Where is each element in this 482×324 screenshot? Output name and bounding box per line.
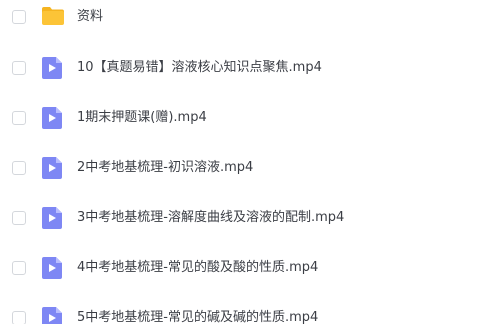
folder-icon — [41, 5, 65, 31]
video-file-icon — [41, 306, 63, 324]
file-name[interactable]: 资料 — [77, 8, 103, 26]
file-name[interactable]: 4中考地基梳理-常见的酸及酸的性质.mp4 — [77, 259, 318, 277]
select-checkbox[interactable] — [12, 10, 26, 24]
list-item[interactable]: 4中考地基梳理-常见的酸及酸的性质.mp4 — [0, 248, 482, 288]
list-item[interactable]: 2中考地基梳理-初识溶液.mp4 — [0, 148, 482, 188]
video-file-icon — [41, 156, 63, 184]
file-name[interactable]: 3中考地基梳理-溶解度曲线及溶液的配制.mp4 — [77, 209, 344, 227]
file-name[interactable]: 5中考地基梳理-常见的碱及碱的性质.mp4 — [77, 309, 318, 324]
file-name[interactable]: 2中考地基梳理-初识溶液.mp4 — [77, 159, 253, 177]
video-file-icon — [41, 106, 63, 134]
file-name[interactable]: 1期末押题课(赠).mp4 — [77, 109, 207, 127]
select-checkbox[interactable] — [12, 311, 26, 324]
select-checkbox[interactable] — [12, 161, 26, 175]
video-file-icon — [41, 256, 63, 284]
file-list: 资料 10【真题易错】溶液核心知识点聚焦.mp4 1期末押题课(赠).mp4 2… — [0, 0, 482, 324]
select-checkbox[interactable] — [12, 211, 26, 225]
video-file-icon — [41, 206, 63, 234]
list-item[interactable]: 10【真题易错】溶液核心知识点聚焦.mp4 — [0, 48, 482, 88]
select-checkbox[interactable] — [12, 261, 26, 275]
list-item[interactable]: 3中考地基梳理-溶解度曲线及溶液的配制.mp4 — [0, 198, 482, 238]
select-checkbox[interactable] — [12, 111, 26, 125]
list-item[interactable]: 资料 — [0, 0, 482, 37]
list-item[interactable]: 5中考地基梳理-常见的碱及碱的性质.mp4 — [0, 298, 482, 324]
file-name[interactable]: 10【真题易错】溶液核心知识点聚焦.mp4 — [77, 59, 322, 77]
list-item[interactable]: 1期末押题课(赠).mp4 — [0, 98, 482, 138]
video-file-icon — [41, 56, 63, 84]
select-checkbox[interactable] — [12, 61, 26, 75]
